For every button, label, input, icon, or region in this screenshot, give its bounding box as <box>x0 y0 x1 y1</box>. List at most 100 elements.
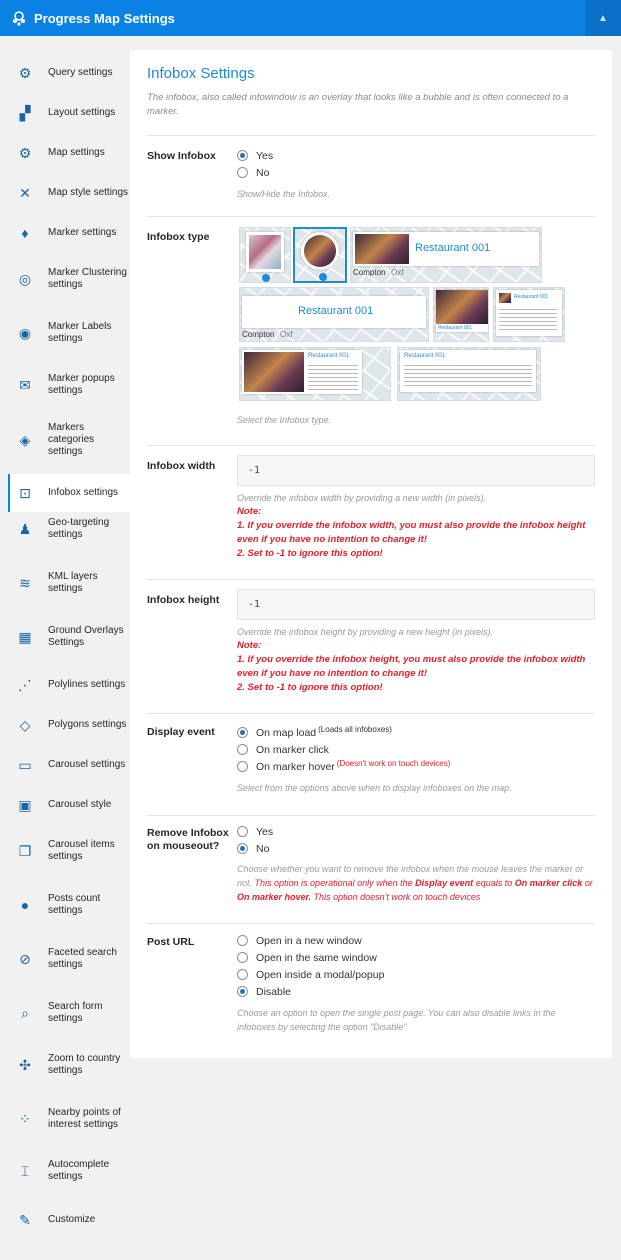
sidebar-item-marker-clustering-settings[interactable]: ◎ Marker Clustering settings <box>8 262 130 296</box>
categories-icon: ◈ <box>19 431 31 448</box>
sidebar-item-autocomplete-settings[interactable]: ⌶ Autocomplete settings <box>8 1154 130 1188</box>
chevron-up-icon[interactable]: ▲ <box>585 0 621 36</box>
show-infobox-no-radio[interactable]: No <box>237 164 595 181</box>
infobox-height-note-2: 2. Set to -1 to ignore this option! <box>237 682 383 693</box>
sidebar-item-kml-layers-settings[interactable]: ≋ KML layers settings <box>8 566 130 600</box>
sidebar-item-infobox-settings[interactable]: ⊡ Infobox settings <box>8 474 130 512</box>
sidebar-item-search-form-settings[interactable]: ⌕ Search form settings <box>8 996 130 1030</box>
carousel-icon: ▭ <box>18 756 32 773</box>
cluster-icon: ◎ <box>18 270 32 287</box>
sidebar-item-zoom-to-country-settings[interactable]: ✣ Zoom to country settings <box>8 1048 130 1082</box>
sidebar-item-label: Marker popups settings <box>48 373 115 396</box>
post-url-new-window-radio[interactable]: Open in a new window <box>237 932 595 949</box>
top-bar: Progress Map Settings ▲ <box>0 0 621 36</box>
sidebar: ⚙ Query settings ▞ Layout settings ⚙ Map sett… <box>0 36 130 1260</box>
overlay-icon: ▦ <box>18 628 32 645</box>
infobox-type-3-thumb[interactable]: Restaurant 001 <box>433 287 489 342</box>
search-icon: ⌕ <box>21 1004 29 1021</box>
sidebar-item-nearby-points-of-interest-settings[interactable]: ⁘ Nearby points of interest settings <box>8 1102 130 1136</box>
carousel-style-icon: ▣ <box>18 796 32 813</box>
sidebar-item-label: Infobox settings <box>48 487 119 498</box>
sidebar-item-posts-count-settings[interactable]: ● Posts count settings <box>8 888 130 922</box>
sidebar-item-label: Posts count settings <box>48 893 101 916</box>
infobox-width-field: -1 Override the infobox width by providi… <box>237 455 595 561</box>
show-infobox-yes-radio[interactable]: Yes <box>237 147 595 164</box>
remove-infobox-label: Remove Infobox on mouseout? <box>147 827 229 852</box>
sidebar-item-polygons-settings[interactable]: ◇ Polygons settings <box>8 714 130 736</box>
sidebar-item-customize[interactable]: ✎ Customize <box>8 1208 130 1232</box>
sidebar-item-label: Marker Labels settings <box>48 321 112 344</box>
sidebar-item-label: Customize <box>48 1214 96 1225</box>
sidebar-item-ground-overlays-settings[interactable]: ▦ Ground Overlays Settings <box>8 620 130 654</box>
post-url-disable-radio[interactable]: Disable <box>237 983 595 1000</box>
sidebar-item-label: Markers categories settings <box>48 422 95 457</box>
infobox-type-field: Restaurant 001 Compton Oxf Restaurant 00… <box>237 227 595 442</box>
sidebar-item-label: Polygons settings <box>48 719 127 730</box>
sidebar-item-geo-targeting-settings[interactable]: ♟ Geo-targeting settings <box>8 512 130 546</box>
page-description: The infobox, also called infowindow is a… <box>147 92 569 117</box>
sidebar-item-query-settings[interactable]: ⚙ Query settings <box>8 62 130 84</box>
display-event-help: Select from the options above when to di… <box>237 783 512 793</box>
wrench-icon: ✎ <box>19 1211 31 1228</box>
sidebar-item-label: Search form settings <box>48 1001 103 1024</box>
sidebar-item-layout-settings[interactable]: ▞ Layout settings <box>8 102 130 124</box>
sidebar-item-label: Faceted search settings <box>48 947 117 970</box>
infobox-type-4-thumb[interactable]: Restaurant 001 <box>493 287 565 342</box>
show-infobox-help: Show/Hide the Infobox. <box>237 189 331 199</box>
sidebar-item-faceted-search-settings[interactable]: ⊘ Faceted search settings <box>8 942 130 976</box>
infobox-height-note-title: Note: <box>237 640 262 651</box>
infobox-height-row: Infobox height -1 Override the infobox h… <box>147 579 595 713</box>
show-infobox-row: Show Infobox Yes No Show/Hide the Infobo… <box>147 135 595 216</box>
sidebar-item-carousel-style[interactable]: ▣ Carousel style <box>8 794 130 816</box>
infobox-width-row: Infobox width -1 Override the infobox wi… <box>147 445 595 579</box>
sidebar-item-map-style-settings[interactable]: ✕ Map style settings <box>8 182 130 204</box>
remove-infobox-yes-radio[interactable]: Yes <box>237 823 595 840</box>
remove-infobox-no-radio[interactable]: No <box>237 840 595 857</box>
brush-icon: ✕ <box>19 184 31 201</box>
poi-icon: ⁘ <box>19 1110 31 1127</box>
show-infobox-field: Yes No Show/Hide the Infobox. <box>237 147 595 201</box>
infobox-type-rounded-thumb[interactable] <box>293 227 347 283</box>
post-url-same-window-radio[interactable]: Open in the same window <box>237 949 595 966</box>
post-url-help: Choose an option to open the single post… <box>237 1008 556 1032</box>
sidebar-item-label: KML layers settings <box>48 571 98 594</box>
infobox-type-6-thumb[interactable]: Restaurant 001 <box>397 347 541 401</box>
post-url-label: Post URL <box>147 936 195 948</box>
sidebar-item-marker-popups-settings[interactable]: ✉ Marker popups settings <box>8 368 130 402</box>
display-event-map-load-radio[interactable]: On map load (Loads all infoboxes) <box>237 724 595 741</box>
sidebar-item-label: Map style settings <box>48 187 129 198</box>
sidebar-item-marker-labels-settings[interactable]: ◉ Marker Labels settings <box>8 316 130 350</box>
sidebar-item-label: Ground Overlays Settings <box>48 625 124 648</box>
sidebar-item-map-settings[interactable]: ⚙ Map settings <box>8 142 130 164</box>
sidebar-item-label: Geo-targeting settings <box>48 517 110 540</box>
sidebar-item-label: Layout settings <box>48 107 116 118</box>
post-url-row: Post URL Open in a new window Open in th… <box>147 923 595 1048</box>
sidebar-item-polylines-settings[interactable]: ⋰ Polylines settings <box>8 674 130 696</box>
infobox-height-input[interactable]: -1 <box>237 589 595 620</box>
infobox-type-square-thumb[interactable] <box>239 227 291 283</box>
sidebar-item-label: Carousel items settings <box>48 839 115 862</box>
remove-infobox-row: Remove Infobox on mouseout? Yes No Choos… <box>147 815 595 923</box>
display-event-marker-click-radio[interactable]: On marker click <box>237 741 595 758</box>
post-url-field: Open in a new window Open in the same wi… <box>237 932 595 1034</box>
sidebar-item-carousel-settings[interactable]: ▭ Carousel settings <box>8 754 130 776</box>
infobox-height-label: Infobox height <box>147 594 220 606</box>
sidebar-item-label: Polylines settings <box>48 679 126 690</box>
app-title: Progress Map Settings <box>34 10 175 26</box>
sidebar-item-label: Map settings <box>48 147 105 158</box>
remove-infobox-help: Choose whether you want to remove the in… <box>237 864 593 902</box>
post-url-modal-radio[interactable]: Open inside a modal/popup <box>237 966 595 983</box>
sidebar-item-carousel-items-settings[interactable]: ❐ Carousel items settings <box>8 834 130 868</box>
infobox-width-note-1: 1. If you override the infobox width, yo… <box>237 520 586 545</box>
gear-icon: ⚙ <box>18 144 32 161</box>
sidebar-item-markers-categories-settings[interactable]: ◈ Markers categories settings <box>8 420 130 460</box>
sidebar-item-marker-settings[interactable]: ♦ Marker settings <box>8 222 130 244</box>
display-event-marker-hover-radio[interactable]: On marker hover (Doesn't work on touch de… <box>237 758 595 775</box>
gear-icon: ⚙ <box>18 64 32 81</box>
infobox-type-1-thumb[interactable]: Restaurant 001 Compton Oxf <box>350 227 542 283</box>
filter-icon: ⊘ <box>19 950 31 967</box>
infobox-width-input[interactable]: -1 <box>237 455 595 486</box>
infobox-type-2-thumb[interactable]: Restaurant 001 Compton Oxf <box>239 287 429 342</box>
infobox-type-5-thumb[interactable]: Restaurant 001 <box>239 347 391 401</box>
infobox-width-label: Infobox width <box>147 460 216 472</box>
